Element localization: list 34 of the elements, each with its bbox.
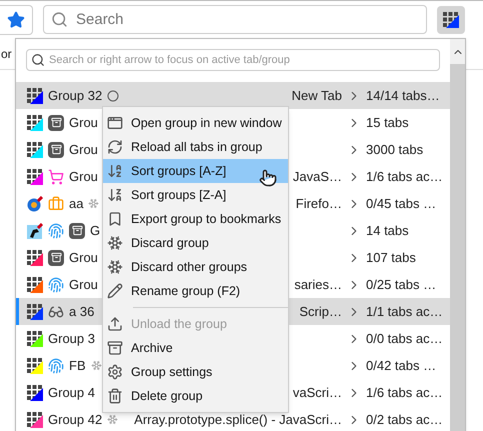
tab-count: 14/14 tabs… [366,86,441,105]
tab-count: 3000 tabs [366,140,424,159]
group-name: Grou [69,140,98,159]
group-name: Group 42 [48,410,102,429]
group-name: Group 4 [48,384,95,402]
tab-title: Firefo… [296,194,342,213]
tab-count: 107 tabs [366,248,417,267]
tab-title: Array.prototype.splice() - JavaScri… [134,410,342,429]
tab-count: 0/2 tabs ac… [366,410,444,429]
tab-count: 1/1 tabs ac… [366,302,444,321]
tab-title: Scrip… [299,302,342,321]
group-name: Grou [69,168,98,186]
tab-count: 0/45 tabs … [366,194,438,213]
group-name: FB [69,356,86,375]
tab-count: 0/25 tabs … [366,276,438,294]
group-name: Grou [69,276,98,294]
tab-title: New Tab [292,86,342,105]
tab-count: 1/6 tabs ac… [366,384,444,402]
tab-count: 14 tabs [366,222,410,240]
group-name: aa [69,194,84,213]
group-name: Group 3 [48,330,95,348]
tab-title: vaScri… [292,384,342,402]
group-name: Grou [69,248,98,267]
group-name: Grou [69,114,98,132]
tab-count: 0/42 tabs … [366,356,438,375]
group-name: G [90,222,100,240]
bookmark-label: or [1,46,12,62]
group-name: a 36 [69,302,94,321]
tab-count: 1/6 tabs ac… [366,168,444,186]
tab-title: JavaS… [292,168,342,186]
tab-count: 0/0 tabs ac… [366,330,444,348]
tab-count: 15 tabs [366,114,410,132]
tab-title: saries… [294,276,342,294]
group-name: Group 32 [48,86,102,105]
